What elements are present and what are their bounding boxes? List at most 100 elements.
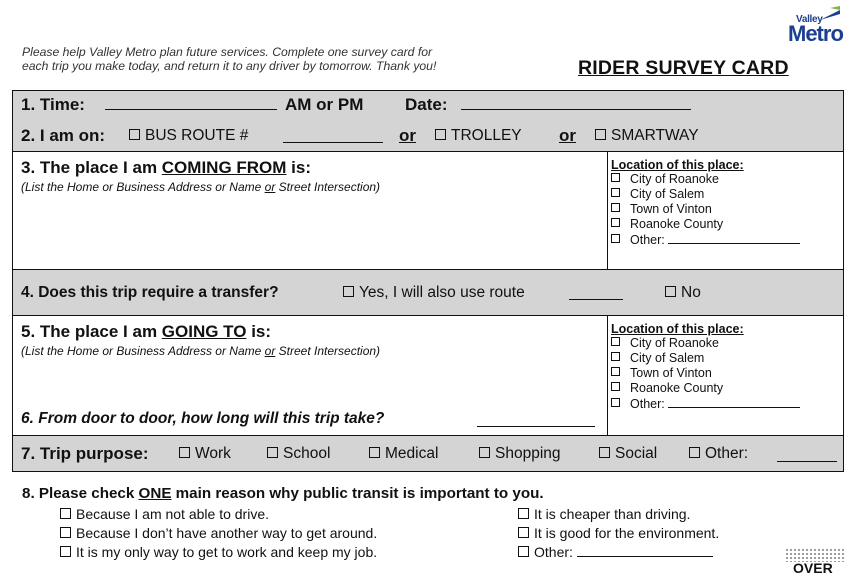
checkbox-icon[interactable]	[369, 447, 380, 458]
coming-from-row: 3. The place I am COMING FROM is: (List …	[13, 152, 843, 270]
purpose-option-other[interactable]: Other:	[689, 445, 748, 463]
checkbox-icon[interactable]	[611, 203, 620, 212]
reason-option[interactable]: It is good for the environment.	[518, 524, 719, 543]
purpose-option-school[interactable]: School	[267, 445, 330, 463]
hint-post: Street Intersection)	[275, 180, 381, 194]
transfer-yes-label: Yes, I will also use route	[359, 284, 525, 301]
reason-options-right: It is cheaper than driving. It is good f…	[518, 505, 719, 562]
transfer-row: 4. Does this trip require a transfer? Ye…	[13, 270, 843, 316]
smartway-label: SMARTWAY	[611, 127, 699, 144]
checkbox-icon[interactable]	[611, 218, 620, 227]
checkbox-icon[interactable]	[60, 527, 71, 538]
bus-route-option[interactable]: BUS ROUTE #	[129, 127, 248, 145]
checkbox-icon[interactable]	[518, 508, 529, 519]
checkbox-icon[interactable]	[611, 188, 620, 197]
location-option[interactable]: City of Salem	[611, 351, 839, 366]
time-row: 1. Time: AM or PM Date:	[13, 91, 843, 120]
transfer-label: 4. Does this trip require a transfer?	[21, 284, 279, 301]
location-block-from: Location of this place: City of Roanoke …	[611, 158, 839, 248]
location-title: Location of this place:	[611, 158, 744, 172]
checkbox-icon[interactable]	[518, 527, 529, 538]
smartway-option[interactable]: SMARTWAY	[595, 127, 699, 145]
location-label: City of Roanoke	[630, 336, 719, 350]
checkbox-icon[interactable]	[479, 447, 490, 458]
checkbox-icon[interactable]	[599, 447, 610, 458]
q8-pre: 8. Please check	[22, 485, 139, 502]
reason-option[interactable]: Because I don’t have another way to get …	[60, 524, 377, 543]
location-option[interactable]: City of Roanoke	[611, 336, 839, 351]
purpose-option-shopping[interactable]: Shopping	[479, 445, 561, 463]
checkbox-icon[interactable]	[129, 129, 140, 140]
other-input[interactable]	[668, 232, 801, 244]
trip-duration-input[interactable]	[477, 413, 595, 427]
checkbox-icon[interactable]	[689, 447, 700, 458]
trolley-option[interactable]: TROLLEY	[435, 127, 522, 145]
date-input[interactable]	[461, 96, 691, 110]
location-option[interactable]: Town of Vinton	[611, 366, 839, 381]
location-label: Town of Vinton	[630, 366, 712, 380]
purpose-option-social[interactable]: Social	[599, 445, 657, 463]
checkbox-icon[interactable]	[611, 382, 620, 391]
trip-purpose-label: 7. Trip purpose:	[21, 444, 149, 463]
location-label: City of Salem	[630, 351, 705, 365]
reason-option[interactable]: Other:	[518, 543, 719, 562]
coming-from-post: is:	[286, 158, 311, 177]
location-option-other[interactable]: Other:	[611, 232, 839, 248]
purpose-other-input[interactable]	[777, 448, 837, 462]
going-to-pre: 5. The place I am	[21, 322, 162, 341]
going-to-label: 5. The place I am GOING TO is:	[21, 322, 271, 342]
survey-form: 1. Time: AM or PM Date: 2. I am on: BUS …	[12, 90, 844, 472]
transfer-no-option[interactable]: No	[665, 284, 701, 302]
divider	[607, 152, 608, 269]
transfer-yes-option[interactable]: Yes, I will also use route	[343, 284, 525, 302]
time-label: 1. Time:	[21, 95, 85, 114]
going-to-hint: (List the Home or Business Address or Na…	[21, 344, 380, 358]
transit-importance-label: 8. Please check ONE main reason why publ…	[22, 485, 544, 502]
trolley-label: TROLLEY	[451, 127, 522, 144]
checkbox-icon[interactable]	[267, 447, 278, 458]
transfer-no-label: No	[681, 284, 701, 301]
or-text-1: or	[399, 126, 416, 145]
reason-label: Because I am not able to drive.	[76, 506, 269, 522]
checkbox-icon[interactable]	[611, 173, 620, 182]
reason-option[interactable]: It is cheaper than driving.	[518, 505, 719, 524]
checkbox-icon[interactable]	[611, 337, 620, 346]
checkbox-icon[interactable]	[435, 129, 446, 140]
location-option[interactable]: Town of Vinton	[611, 202, 839, 217]
bus-route-label: BUS ROUTE #	[145, 127, 249, 144]
location-block-to: Location of this place: City of Roanoke …	[611, 322, 839, 412]
transfer-route-input[interactable]	[569, 286, 623, 300]
reason-other-input[interactable]	[576, 544, 713, 557]
checkbox-icon[interactable]	[611, 367, 620, 376]
hint-pre: (List the Home or Business Address or Na…	[21, 344, 265, 358]
reason-options-left: Because I am not able to drive. Because …	[60, 505, 377, 562]
checkbox-icon[interactable]	[611, 234, 620, 243]
checkbox-icon[interactable]	[595, 129, 606, 140]
time-input[interactable]	[105, 96, 277, 110]
bus-route-input[interactable]	[283, 129, 383, 143]
checkbox-icon[interactable]	[611, 352, 620, 361]
purpose-option-medical[interactable]: Medical	[369, 445, 438, 463]
reason-label: Other:	[534, 544, 573, 560]
location-option[interactable]: City of Roanoke	[611, 172, 839, 187]
location-option[interactable]: Roanoke County	[611, 381, 839, 396]
purpose-option-work[interactable]: Work	[179, 445, 231, 463]
location-option[interactable]: Roanoke County	[611, 217, 839, 232]
checkbox-icon[interactable]	[665, 286, 676, 297]
checkbox-icon[interactable]	[60, 508, 71, 519]
reason-option[interactable]: Because I am not able to drive.	[60, 505, 377, 524]
hint-or: or	[264, 344, 276, 358]
checkbox-icon[interactable]	[518, 546, 529, 557]
location-option-other[interactable]: Other:	[611, 396, 839, 412]
checkbox-icon[interactable]	[611, 398, 620, 407]
location-option[interactable]: City of Salem	[611, 187, 839, 202]
checkbox-icon[interactable]	[343, 286, 354, 297]
checkbox-icon[interactable]	[60, 546, 71, 557]
other-input[interactable]	[668, 396, 801, 408]
q8-post: main reason why public transit is import…	[171, 485, 544, 502]
reason-option[interactable]: It is my only way to get to work and kee…	[60, 543, 377, 562]
checkbox-icon[interactable]	[179, 447, 190, 458]
vehicle-label: 2. I am on:	[21, 126, 106, 145]
hint-pre: (List the Home or Business Address or Na…	[21, 180, 265, 194]
location-label: City of Roanoke	[630, 172, 719, 186]
